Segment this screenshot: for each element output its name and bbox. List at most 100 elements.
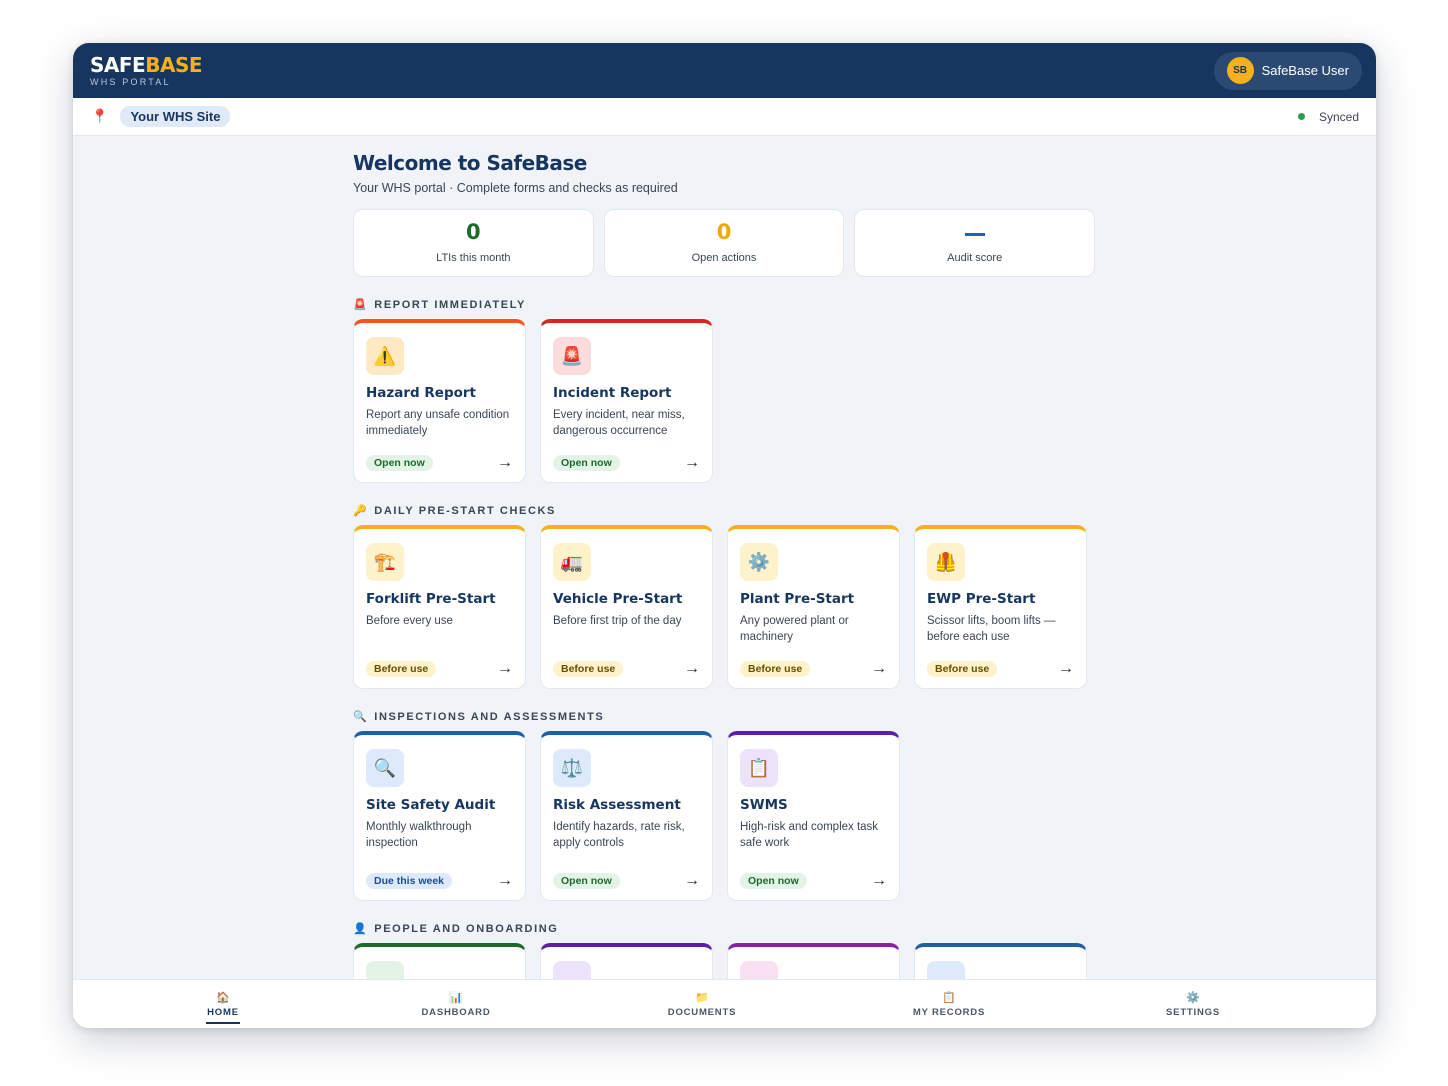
card-title: SWMS xyxy=(740,797,788,813)
sync-label: Synced xyxy=(1318,109,1359,124)
form-card-hazard-report[interactable]: ⚠️ Hazard Report Report any unsafe conditi… xyxy=(353,319,526,483)
stat-value: 0 xyxy=(466,220,481,244)
form-card-ewp-pre-start[interactable]: 🦺 EWP Pre-Start Scissor lifts, boom lifts … xyxy=(914,525,1087,689)
card-description: Identify hazards, rate risk, apply contr… xyxy=(553,821,685,849)
form-card-swms[interactable]: 📋 SWMS High-risk and complex task safe wor… xyxy=(727,731,900,901)
people-card[interactable] xyxy=(914,943,1087,983)
site-selector: 📍 Your WHS Site xyxy=(91,106,231,127)
people-cards xyxy=(353,943,1095,983)
arrow-right-icon[interactable]: → xyxy=(684,454,700,472)
nav-label: DOCUMENTS xyxy=(667,1007,737,1018)
nav-my-records[interactable]: 📋 MY RECORDS xyxy=(913,992,985,1018)
arrow-right-icon[interactable]: → xyxy=(497,660,513,678)
location-pin-icon: 📍 xyxy=(91,108,109,124)
nav-label: HOME xyxy=(207,1007,239,1018)
warning-icon: ⚠️ xyxy=(366,337,404,375)
form-card-plant-pre-start[interactable]: ⚙️ Plant Pre-Start Any powered plant or ma… xyxy=(727,525,900,689)
card-description: Report any unsafe condition immediately xyxy=(366,409,510,437)
card-footer: Open now → xyxy=(553,872,700,890)
arrow-right-icon[interactable]: → xyxy=(497,454,513,472)
card-title: Forklift Pre-Start xyxy=(366,591,496,607)
arrow-right-icon[interactable]: → xyxy=(871,660,887,678)
card-footer: Open now → xyxy=(366,454,513,472)
app-window: SAFEBASE WHS PORTAL SB SafeBase User 📍 Y… xyxy=(73,43,1376,1028)
inspection-cards: 🔍 Site Safety Audit Monthly walkthrough in… xyxy=(353,731,1095,901)
card-description: Every incident, near miss, dangerous occ… xyxy=(553,409,685,437)
stat-dash-icon xyxy=(964,232,985,236)
nav-settings[interactable]: ⚙️ SETTINGS xyxy=(1166,992,1220,1018)
status-badge: Due this week xyxy=(366,873,453,889)
nav-label: MY RECORDS xyxy=(912,1007,986,1018)
bottom-navigation: 🏠 HOME 📊 DASHBOARD 📁 DOCUMENTS 📋 MY RECORDS ⚙️ SE… xyxy=(73,979,1376,1028)
arrow-right-icon[interactable]: → xyxy=(684,660,700,678)
card-description: Before first trip of the day xyxy=(553,615,682,627)
card-title: Site Safety Audit xyxy=(366,797,496,813)
key-icon: 🔑 xyxy=(353,505,369,517)
magnifier-icon: 🔍 xyxy=(353,711,369,723)
card-description: Before every use xyxy=(366,615,453,627)
card-title: Vehicle Pre-Start xyxy=(553,591,683,607)
form-card-forklift-pre-start[interactable]: 🏗️ Forklift Pre-Start Before every use Befo… xyxy=(353,525,526,689)
card-footer: Before use → xyxy=(366,660,513,678)
forklift-icon: 🏗️ xyxy=(366,543,404,581)
people-card-icon xyxy=(553,961,591,981)
user-menu-button[interactable]: SB SafeBase User xyxy=(1213,51,1362,90)
people-card[interactable] xyxy=(727,943,900,983)
daily-cards: 🏗️ Forklift Pre-Start Before every use Befo… xyxy=(353,525,1095,689)
status-badge: Before use xyxy=(740,661,811,677)
nav-home[interactable]: 🏠 HOME xyxy=(206,992,240,1024)
stat-card: 0 Open actions xyxy=(603,209,845,277)
section-daily-title: 🔑 DAILY PRE-START CHECKS xyxy=(353,504,1095,518)
arrow-right-icon[interactable]: → xyxy=(684,872,700,890)
clipboard-icon: 📋 xyxy=(942,992,956,1004)
siren-icon: 🚨 xyxy=(553,337,591,375)
people-card[interactable] xyxy=(540,943,713,983)
top-bar: SAFEBASE WHS PORTAL SB SafeBase User xyxy=(73,43,1376,98)
card-title: Risk Assessment xyxy=(553,797,681,813)
arrow-right-icon[interactable]: → xyxy=(1058,660,1074,678)
section-label: DAILY PRE-START CHECKS xyxy=(374,504,556,517)
card-description: Any powered plant or machinery xyxy=(740,615,849,643)
brand-safe: SAFE xyxy=(90,52,146,77)
magnifier-icon: 🔍 xyxy=(366,749,404,787)
arrow-right-icon[interactable]: → xyxy=(871,872,887,890)
stat-label: LTIs this month xyxy=(436,252,511,264)
status-badge: Open now xyxy=(553,873,620,889)
sync-dot-icon xyxy=(1297,113,1305,120)
gear-icon: ⚙️ xyxy=(1186,992,1200,1004)
stat-label: Open actions xyxy=(691,252,757,264)
active-indicator xyxy=(206,1022,240,1024)
form-card-vehicle-pre-start[interactable]: 🚛 Vehicle Pre-Start Before first trip of t… xyxy=(540,525,713,689)
form-card-risk-assessment[interactable]: ⚖️ Risk Assessment Identify hazards, rate … xyxy=(540,731,713,901)
people-card-icon xyxy=(927,961,965,981)
stats-row: 0 LTIs this month 0 Open actions Audit score xyxy=(353,209,1096,277)
main-content: Welcome to SafeBase Your WHS portal · Co… xyxy=(353,151,1096,983)
brand-wordmark: SAFEBASE xyxy=(90,52,203,77)
nav-dashboard[interactable]: 📊 DASHBOARD xyxy=(422,992,491,1018)
clipboard-icon: 📋 xyxy=(740,749,778,787)
form-card-site-safety-audit[interactable]: 🔍 Site Safety Audit Monthly walkthrough in… xyxy=(353,731,526,901)
card-footer: Open now → xyxy=(553,454,700,472)
card-description: Monthly walkthrough inspection xyxy=(366,821,472,849)
form-card-incident-report[interactable]: 🚨 Incident Report Every incident, near mis… xyxy=(540,319,713,483)
nav-label: DASHBOARD xyxy=(421,1007,491,1018)
home-icon: 🏠 xyxy=(216,992,230,1004)
people-card[interactable] xyxy=(353,943,526,983)
card-title: EWP Pre-Start xyxy=(927,591,1036,607)
card-footer: Before use → xyxy=(927,660,1074,678)
card-footer: Before use → xyxy=(553,660,700,678)
card-description: Scissor lifts, boom lifts — before each … xyxy=(927,615,1056,643)
card-title: Plant Pre-Start xyxy=(740,591,855,607)
report-cards: ⚠️ Hazard Report Report any unsafe conditi… xyxy=(353,319,1095,483)
status-badge: Before use xyxy=(553,661,624,677)
gear-icon: ⚙️ xyxy=(740,543,778,581)
card-footer: Before use → xyxy=(740,660,887,678)
site-chip[interactable]: Your WHS Site xyxy=(120,106,231,127)
nav-documents[interactable]: 📁 DOCUMENTS xyxy=(668,992,736,1018)
brand-logo[interactable]: SAFEBASE WHS PORTAL xyxy=(90,52,203,87)
arrow-right-icon[interactable]: → xyxy=(497,872,513,890)
truck-icon: 🚛 xyxy=(553,543,591,581)
nav-label: SETTINGS xyxy=(1166,1007,1220,1018)
site-bar: 📍 Your WHS Site Synced xyxy=(73,98,1376,136)
stat-label: Audit score xyxy=(947,251,1003,264)
